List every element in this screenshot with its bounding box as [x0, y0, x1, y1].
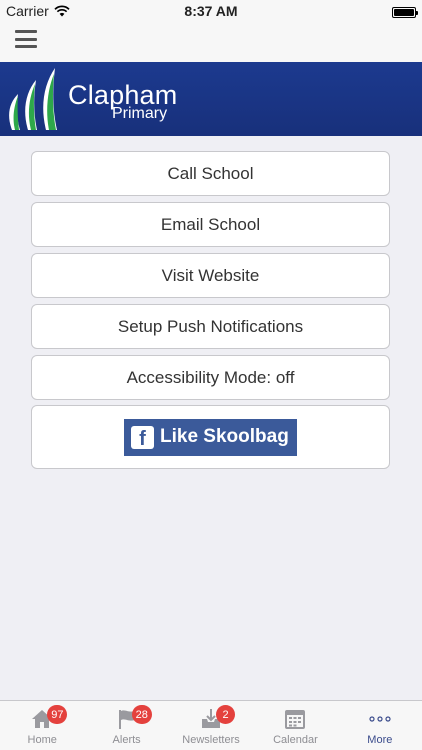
facebook-like-label: Like Skoolbag — [160, 426, 289, 447]
tab-newsletters[interactable]: 2 Newsletters — [169, 701, 253, 750]
school-banner: Clapham Primary — [0, 62, 422, 136]
email-school-button[interactable]: Email School — [31, 202, 390, 247]
hamburger-menu-icon[interactable] — [15, 28, 37, 50]
menu-line — [15, 30, 37, 33]
call-school-button[interactable]: Call School — [31, 151, 390, 196]
newsletters-badge: 2 — [216, 705, 236, 724]
school-logo-icon — [9, 68, 57, 130]
tab-alerts[interactable]: 28 Alerts — [84, 701, 168, 750]
status-bar: Carrier 8:37 AM — [0, 0, 422, 22]
accessibility-mode-button[interactable]: Accessibility Mode: off — [31, 355, 390, 400]
tab-calendar-label: Calendar — [273, 734, 318, 746]
school-type: Primary — [112, 105, 168, 122]
visit-website-button[interactable]: Visit Website — [31, 253, 390, 298]
home-badge: 97 — [47, 705, 68, 724]
tab-home[interactable]: 97 Home — [0, 701, 84, 750]
status-time: 8:37 AM — [184, 3, 238, 19]
tab-more-label: More — [367, 734, 393, 746]
tab-alerts-label: Alerts — [112, 734, 141, 746]
facebook-like-card: f Like Skoolbag — [31, 405, 390, 469]
status-right — [392, 5, 418, 21]
tab-calendar[interactable]: Calendar — [253, 701, 337, 750]
alerts-badge: 28 — [131, 705, 152, 724]
battery-icon — [392, 7, 418, 18]
facebook-icon: f — [131, 425, 154, 449]
calendar-icon — [285, 710, 306, 729]
facebook-like-button[interactable]: f Like Skoolbag — [124, 418, 297, 456]
tab-more[interactable]: More — [338, 701, 422, 750]
tab-newsletters-label: Newsletters — [182, 734, 240, 746]
more-icon — [369, 716, 391, 722]
menu-line — [15, 37, 37, 41]
tab-bar: 97 Home 28 Alerts 2 Newsletters Calendar — [0, 700, 422, 750]
menu-line — [15, 45, 37, 48]
nav-bar — [0, 22, 422, 62]
setup-push-notifications-button[interactable]: Setup Push Notifications — [31, 304, 390, 349]
tab-home-label: Home — [27, 734, 57, 746]
